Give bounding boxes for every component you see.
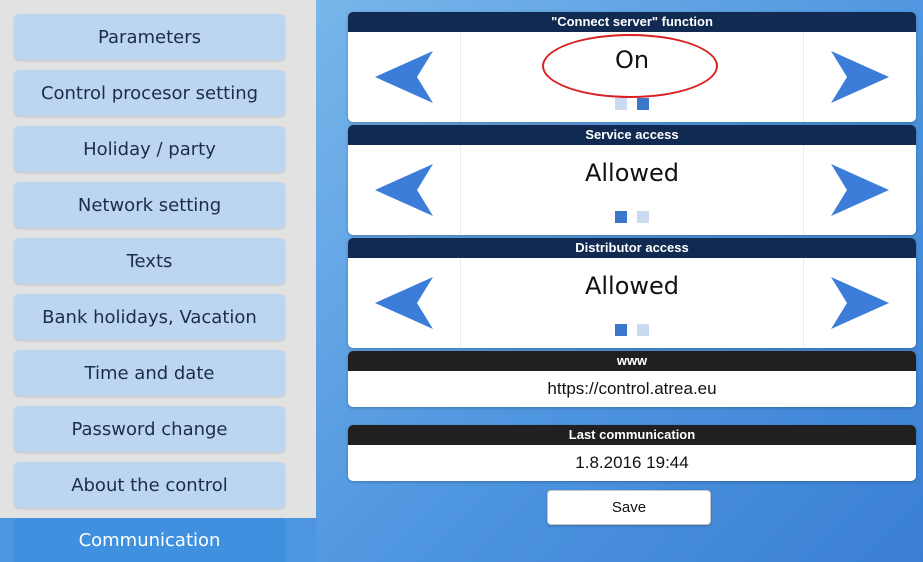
connect-server-selector: On <box>348 32 916 122</box>
last-communication-value: 1.8.2016 19:44 <box>575 453 689 472</box>
arrow-left-icon <box>375 277 433 329</box>
save-button[interactable]: Save <box>547 490 711 525</box>
connect-server-prev-button[interactable] <box>348 32 461 122</box>
service-access-prev-button[interactable] <box>348 145 461 235</box>
option-dot-selected <box>637 98 649 110</box>
connect-server-value: On <box>614 46 650 74</box>
service-access-option-indicator <box>460 211 804 223</box>
menu-item-about-the-control[interactable]: About the control <box>14 462 285 508</box>
menu-item-communication[interactable]: Communication <box>14 518 285 562</box>
menu-item-control-procesor-setting[interactable]: Control procesor setting <box>14 70 285 116</box>
last-communication-card: Last communication 1.8.2016 19:44 <box>348 425 916 481</box>
arrow-left-icon <box>375 51 433 103</box>
service-access-value: Allowed <box>584 159 680 187</box>
service-access-title: Service access <box>348 125 916 145</box>
arrow-right-icon <box>831 164 889 216</box>
arrow-right-icon <box>831 277 889 329</box>
menu-item-password-change[interactable]: Password change <box>14 406 285 452</box>
distributor-access-next-button[interactable] <box>803 258 916 348</box>
connect-server-title: "Connect server" function <box>348 12 916 32</box>
distributor-access-selector: Allowed <box>348 258 916 348</box>
www-title: www <box>348 351 916 371</box>
menu-item-network-setting[interactable]: Network setting <box>14 182 285 228</box>
distributor-access-card: Distributor access Allowed <box>348 238 916 348</box>
distributor-access-option-indicator <box>460 324 804 336</box>
option-dot <box>637 211 649 223</box>
menu-item-texts[interactable]: Texts <box>14 238 285 284</box>
menu-item-parameters[interactable]: Parameters <box>14 14 285 60</box>
connect-server-card: "Connect server" function On <box>348 12 916 122</box>
option-dot-selected <box>615 324 627 336</box>
service-access-card: Service access Allowed <box>348 125 916 235</box>
www-value: https://control.atrea.eu <box>547 379 717 398</box>
option-dot-selected <box>615 211 627 223</box>
last-communication-title: Last communication <box>348 425 916 445</box>
distributor-access-value: Allowed <box>584 272 680 300</box>
menu-item-holiday-party[interactable]: Holiday / party <box>14 126 285 172</box>
distributor-access-title: Distributor access <box>348 238 916 258</box>
service-access-next-button[interactable] <box>803 145 916 235</box>
service-access-selector: Allowed <box>348 145 916 235</box>
connect-server-option-indicator <box>460 98 804 110</box>
connect-server-next-button[interactable] <box>803 32 916 122</box>
distributor-access-prev-button[interactable] <box>348 258 461 348</box>
menu-item-bank-holidays-vacation[interactable]: Bank holidays, Vacation <box>14 294 285 340</box>
option-dot <box>637 324 649 336</box>
option-dot <box>615 98 627 110</box>
www-card: www https://control.atrea.eu <box>348 351 916 407</box>
menu-item-time-and-date[interactable]: Time and date <box>14 350 285 396</box>
arrow-right-icon <box>831 51 889 103</box>
arrow-left-icon <box>375 164 433 216</box>
